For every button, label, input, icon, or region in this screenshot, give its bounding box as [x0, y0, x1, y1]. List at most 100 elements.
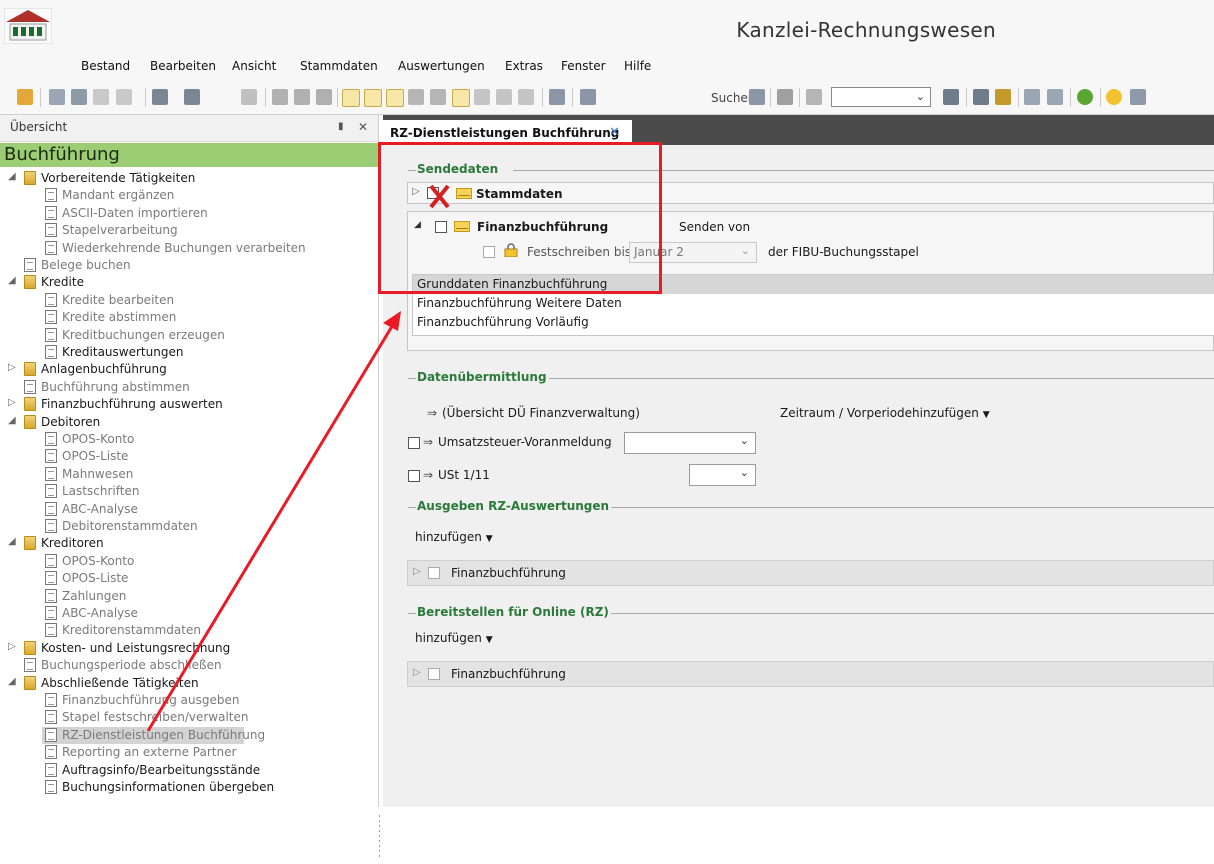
menu-bestand[interactable]: Bestand [81, 59, 130, 73]
menu-ansicht[interactable]: Ansicht [232, 59, 276, 73]
collapse-arrow-icon[interactable]: ◢ [8, 171, 16, 182]
collapse-arrow-icon[interactable]: ◢ [8, 275, 16, 286]
collapse-arrow-icon[interactable]: ◢ [8, 415, 16, 426]
cut-icon[interactable] [272, 89, 288, 105]
uebersicht-dfv-link[interactable]: (Übersicht DÜ Finanzverwaltung) [442, 406, 640, 420]
navigation-panel-header: Übersicht ▮ ✕ [0, 115, 378, 142]
print-icon[interactable] [71, 89, 87, 105]
menu-stammdaten[interactable]: Stammdaten [300, 59, 378, 73]
menu-fenster[interactable]: Fenster [561, 59, 606, 73]
columns-icon[interactable] [1047, 89, 1063, 105]
tools-icon[interactable] [364, 89, 382, 107]
document-icon [45, 780, 57, 794]
tree-item-label: Kosten- und Leistungsrechnung [41, 640, 231, 655]
document-icon [45, 519, 57, 533]
ledger-icon[interactable] [995, 89, 1011, 105]
folder-tree-icon[interactable] [1024, 89, 1040, 105]
tree-item[interactable]: RZ-Dienstleistungen Buchführung [42, 726, 265, 745]
list-item[interactable]: Finanzbuchführung Vorläufig [413, 313, 1214, 332]
save-icon[interactable] [549, 89, 565, 105]
clock-icon[interactable] [474, 89, 490, 105]
ausgeben-finanzbuchfuehrung-row[interactable]: ▷ Finanzbuchführung [407, 560, 1214, 586]
bereitstellen-checkbox[interactable] [428, 668, 440, 680]
archive-icon[interactable] [749, 89, 765, 105]
calculator-icon[interactable] [973, 89, 989, 105]
send-icon[interactable] [518, 89, 534, 105]
print-preview-icon[interactable] [49, 89, 65, 105]
arrow-right-icon: ⇒ [423, 435, 434, 449]
toolbar-separator [40, 88, 41, 107]
panel-splitter[interactable] [378, 815, 382, 861]
expand-arrow-icon[interactable]: ▷ [413, 667, 421, 678]
ustva-period-select[interactable]: ⌄ [624, 432, 756, 454]
document-icon [45, 693, 57, 707]
expand-arrow-icon[interactable]: ▷ [8, 641, 16, 652]
ustva-checkbox[interactable] [408, 437, 420, 449]
details-icon[interactable] [452, 89, 470, 107]
tree-item-label: ABC-Analyse [62, 606, 138, 620]
document-icon [45, 432, 57, 446]
document-icon [45, 466, 57, 481]
paste-icon[interactable] [316, 89, 332, 105]
ust-checkbox[interactable] [408, 470, 420, 482]
ust-label[interactable]: USt 1/11 [438, 468, 490, 482]
close-icon[interactable]: ✕ [609, 125, 620, 140]
bereitstellen-finanzbuchfuehrung-row[interactable]: ▷ Finanzbuchführung [407, 661, 1214, 687]
export-icon[interactable] [806, 89, 822, 105]
grid-icon[interactable] [408, 89, 424, 105]
open-folder-icon[interactable] [17, 89, 33, 105]
expand-arrow-icon[interactable]: ▷ [413, 566, 421, 577]
tree-item-label: Buchungsinformationen übergeben [62, 780, 275, 794]
client-icon[interactable] [943, 89, 959, 105]
tree-item-label: Kreditauswertungen [62, 345, 184, 359]
tree-item-label: Debitoren [41, 414, 101, 429]
collapse-arrow-icon[interactable]: ◢ [8, 536, 16, 547]
collapse-arrow-icon[interactable]: ◢ [8, 676, 16, 687]
bereitstellen-hinzufuegen-dropdown[interactable]: hinzufügen ▼ [415, 631, 493, 645]
arrow-right-icon: ⇒ [427, 406, 438, 420]
forward-icon[interactable] [116, 89, 132, 105]
menu-extras[interactable]: Extras [505, 59, 543, 73]
edit-icon[interactable] [241, 89, 257, 105]
search-icon[interactable] [580, 89, 596, 105]
document-icon [45, 449, 57, 464]
ust-period-select[interactable]: ⌄ [689, 464, 756, 486]
group-title-ausgeben: Ausgeben RZ-Auswertungen [417, 499, 612, 513]
tree-item-label: Kreditbuchungen erzeugen [62, 327, 225, 342]
toolbar-combo[interactable]: ⌄ [831, 87, 931, 107]
ausgeben-checkbox[interactable] [428, 567, 440, 579]
help-icon[interactable] [1077, 89, 1093, 105]
close-icon[interactable]: ✕ [358, 120, 368, 134]
zeitraum-hinzufuegen-dropdown[interactable]: hinzufügen ▼ [912, 406, 990, 420]
copy-icon[interactable] [294, 89, 310, 105]
menu-hilfe[interactable]: Hilfe [624, 59, 651, 73]
pin-icon[interactable]: ▮ [338, 121, 344, 132]
toolbar: Suchen [0, 80, 1214, 115]
list-item[interactable]: Finanzbuchführung Weitere Daten [413, 294, 1214, 313]
ausgeben-item-label: Finanzbuchführung [451, 566, 566, 580]
tip-lightbulb-icon[interactable] [1106, 89, 1122, 105]
toolbar-separator [770, 88, 771, 107]
fibu-stapel-label: der FIBU-Buchungsstapel [768, 245, 919, 259]
expand-arrow-icon[interactable]: ▷ [8, 397, 16, 408]
tree-view-icon[interactable] [342, 89, 360, 107]
ustva-label[interactable]: Umsatzsteuer-Voranmeldung [438, 435, 612, 449]
document-icon [24, 658, 36, 673]
upload-icon[interactable] [93, 89, 109, 105]
hinzufuegen-label: hinzufügen [415, 530, 482, 544]
stop-icon[interactable] [496, 89, 512, 105]
ausgeben-hinzufuegen-dropdown[interactable]: hinzufügen ▼ [415, 530, 493, 544]
layout-icon[interactable] [184, 89, 200, 105]
expand-arrow-icon[interactable]: ▷ [8, 362, 16, 373]
sync-icon[interactable] [777, 89, 793, 105]
tree-item-label: Finanzbuchführung auswerten [41, 397, 223, 412]
menu-bearbeiten[interactable]: Bearbeiten [150, 59, 216, 73]
window-icon[interactable] [152, 89, 168, 105]
senden-von-label: Senden von [679, 220, 751, 234]
tree-item-label: Kredite bearbeiten [62, 292, 175, 307]
menu-auswertungen[interactable]: Auswertungen [398, 59, 485, 73]
document-icon[interactable] [430, 89, 446, 105]
ex-icon[interactable] [1130, 89, 1146, 105]
list-indent-icon[interactable] [386, 89, 404, 107]
tree-item-label: OPOS-Konto [62, 432, 135, 446]
